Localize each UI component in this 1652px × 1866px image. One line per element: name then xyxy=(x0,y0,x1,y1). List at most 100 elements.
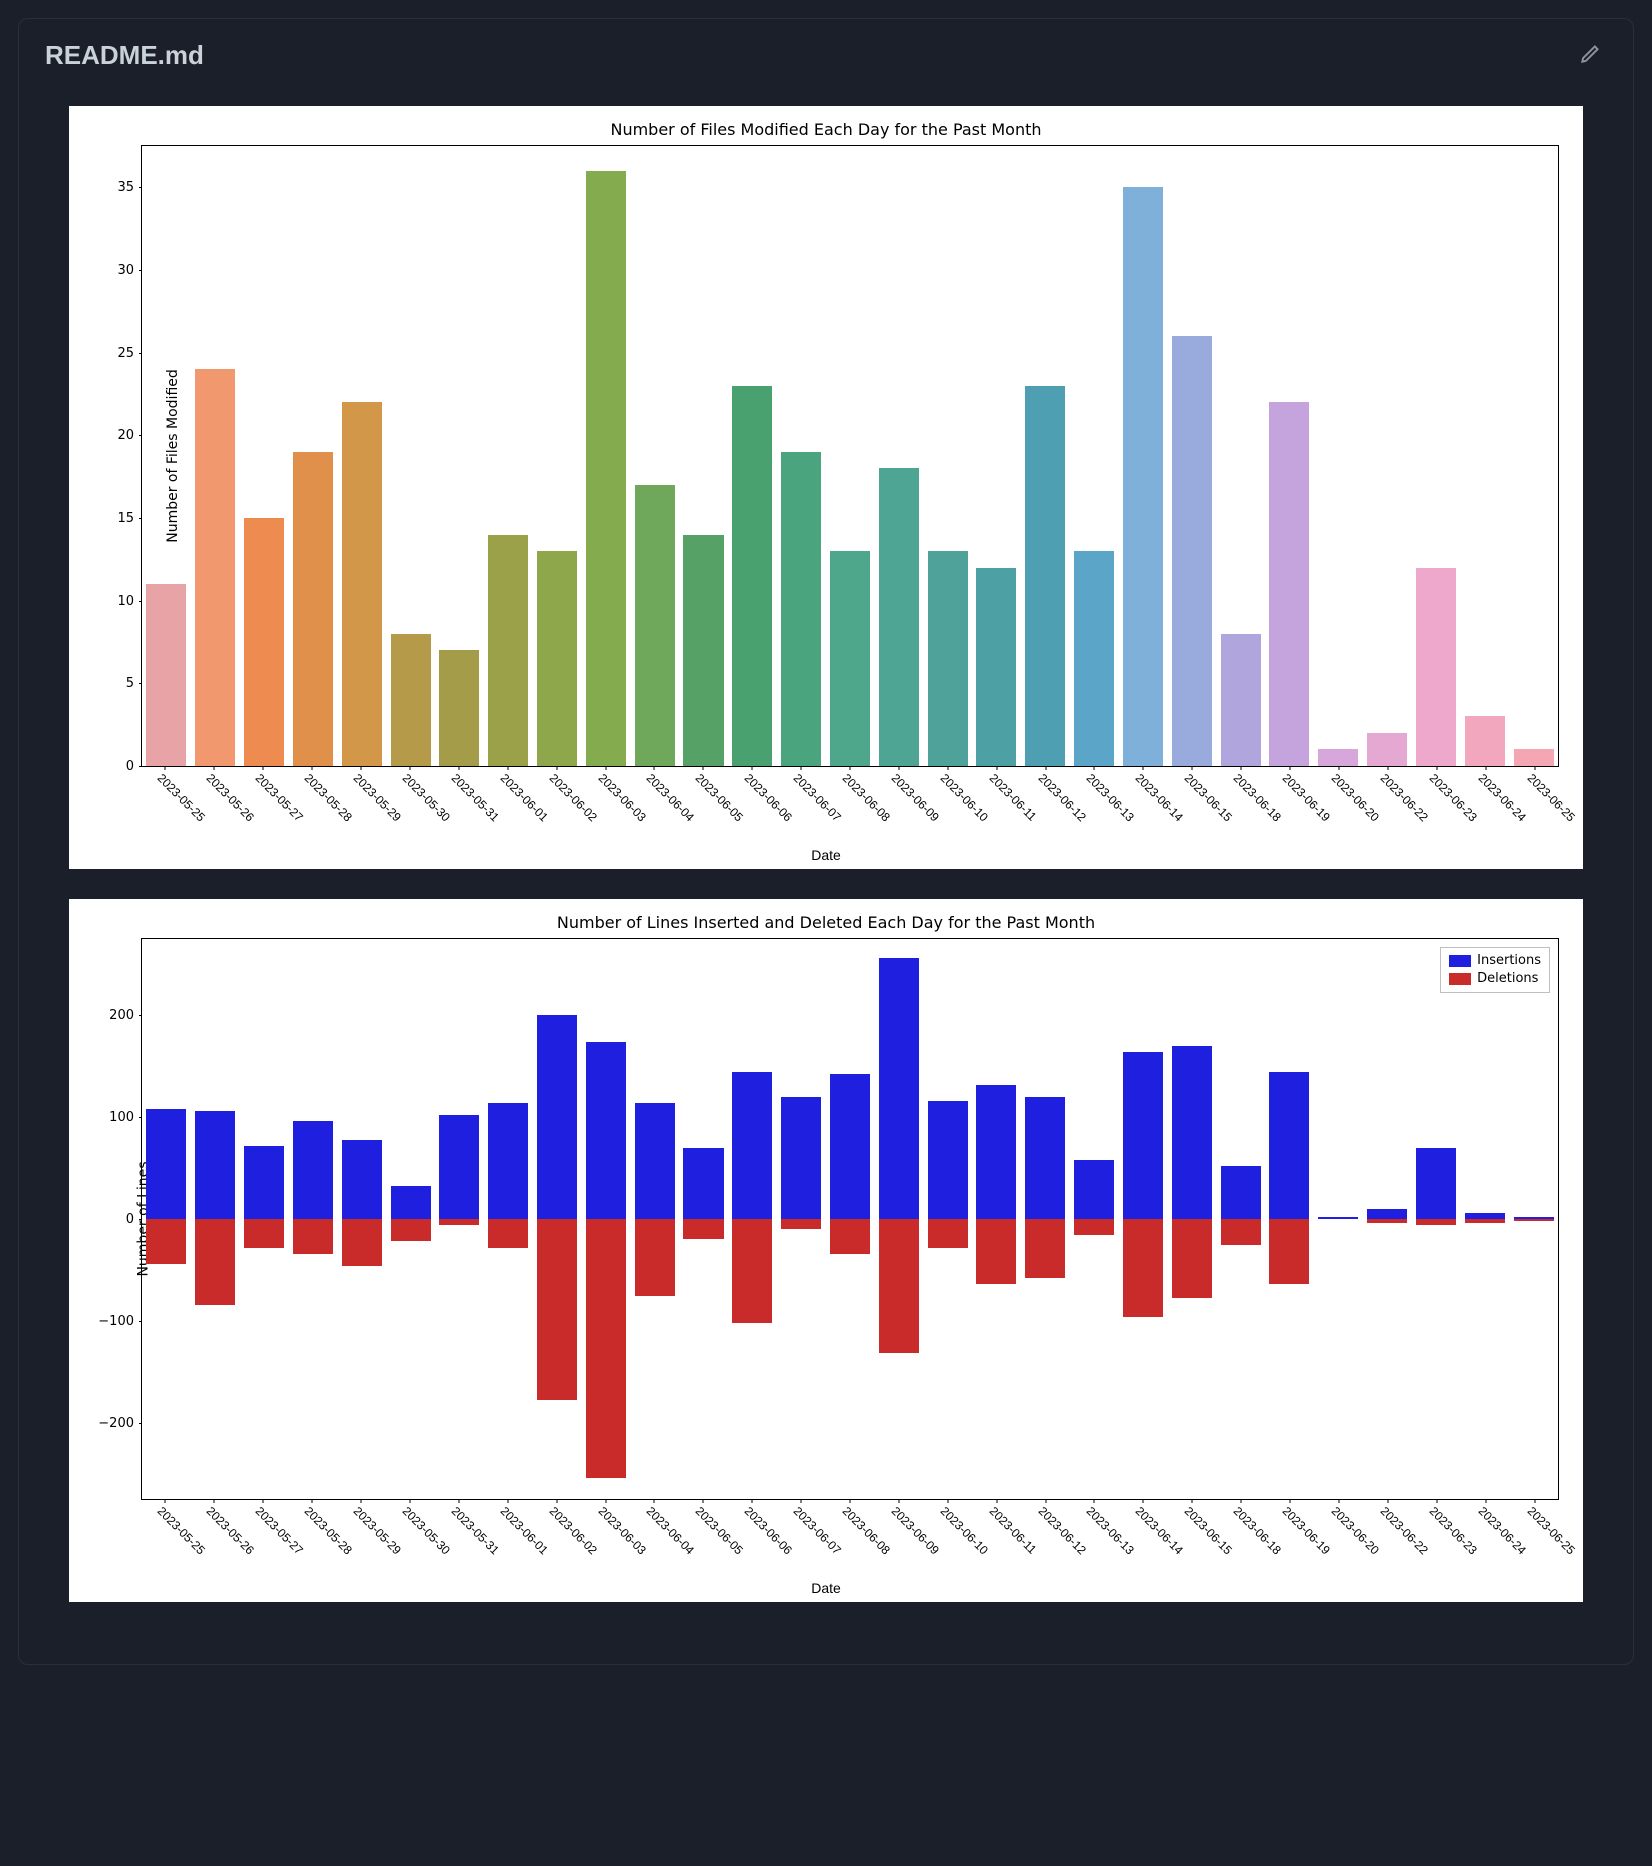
legend-label-deletions: Deletions xyxy=(1477,970,1538,988)
edit-button[interactable] xyxy=(1573,37,1607,74)
x-tick: 2023-05-30 xyxy=(409,767,410,770)
x-tick: 2023-06-11 xyxy=(996,1500,997,1503)
bar xyxy=(1172,336,1212,766)
bar-deletions xyxy=(488,1219,528,1248)
x-tick: 2023-05-25 xyxy=(165,1500,166,1503)
bar-insertions xyxy=(1318,1217,1358,1219)
x-tick: 2023-06-23 xyxy=(1436,1500,1437,1503)
x-tick: 2023-06-19 xyxy=(1290,767,1291,770)
x-tick: 2023-06-14 xyxy=(1143,1500,1144,1503)
bar-deletions xyxy=(1025,1219,1065,1278)
x-tick: 2023-06-06 xyxy=(752,1500,753,1503)
readme-panel: README.md Number of Files Modified Each … xyxy=(18,18,1634,1665)
chart-files-modified: Number of Files Modified Each Day for th… xyxy=(69,106,1583,869)
x-tick: 2023-06-15 xyxy=(1192,767,1193,770)
chart1-plot-area: Number of Files Modified 05101520253035 xyxy=(141,145,1559,767)
bar xyxy=(195,369,235,766)
chart2-bars xyxy=(142,939,1558,1499)
bar-deletions xyxy=(1221,1219,1261,1245)
bar-insertions xyxy=(1269,1072,1309,1219)
bar-deletions xyxy=(732,1219,772,1323)
bar-deletions xyxy=(439,1219,479,1225)
bar xyxy=(928,551,968,766)
x-tick: 2023-06-20 xyxy=(1338,1500,1339,1503)
bar xyxy=(683,535,723,766)
bar xyxy=(635,485,675,766)
x-tick: 2023-06-09 xyxy=(898,767,899,770)
x-tick: 2023-05-29 xyxy=(361,1500,362,1503)
bar-deletions xyxy=(391,1219,431,1241)
bar xyxy=(1514,749,1554,766)
x-tick: 2023-06-18 xyxy=(1241,767,1242,770)
x-tick: 2023-06-08 xyxy=(850,1500,851,1503)
bar xyxy=(146,584,186,766)
bar-deletions xyxy=(342,1219,382,1266)
x-tick: 2023-05-29 xyxy=(361,767,362,770)
bar xyxy=(879,468,919,766)
x-tick: 2023-06-07 xyxy=(801,1500,802,1503)
bar xyxy=(586,171,626,766)
legend-swatch-insertions xyxy=(1449,955,1471,967)
x-tick: 2023-06-25 xyxy=(1534,1500,1535,1503)
legend-deletions: Deletions xyxy=(1449,970,1541,988)
bar-insertions xyxy=(342,1140,382,1219)
bar-insertions xyxy=(1123,1052,1163,1219)
bar-deletions xyxy=(1514,1219,1554,1221)
bar xyxy=(830,551,870,766)
legend-label-insertions: Insertions xyxy=(1477,952,1541,970)
x-tick: 2023-06-09 xyxy=(898,1500,899,1503)
bar-deletions xyxy=(1416,1219,1456,1225)
bar xyxy=(1123,187,1163,766)
x-tick: 2023-06-22 xyxy=(1387,767,1388,770)
x-tick: 2023-05-30 xyxy=(409,1500,410,1503)
x-tick: 2023-05-26 xyxy=(214,767,215,770)
bar-insertions xyxy=(928,1101,968,1219)
x-tick: 2023-06-12 xyxy=(1045,1500,1046,1503)
x-tick: 2023-06-12 xyxy=(1045,767,1046,770)
bar-deletions xyxy=(1123,1219,1163,1317)
x-tick: 2023-06-01 xyxy=(507,1500,508,1503)
x-tick: 2023-05-27 xyxy=(263,767,264,770)
x-tick: 2023-05-31 xyxy=(458,767,459,770)
x-tick: 2023-06-05 xyxy=(703,767,704,770)
charts-container: Number of Files Modified Each Day for th… xyxy=(19,82,1633,1664)
bar xyxy=(1367,733,1407,766)
x-tick: 2023-06-14 xyxy=(1143,767,1144,770)
bar-deletions xyxy=(976,1219,1016,1284)
x-tick: 2023-06-04 xyxy=(654,767,655,770)
bar-deletions xyxy=(586,1219,626,1478)
bar xyxy=(293,452,333,766)
bar-insertions xyxy=(586,1042,626,1219)
x-tick: 2023-06-22 xyxy=(1387,1500,1388,1503)
chart2-x-ticks: 2023-05-252023-05-262023-05-272023-05-28… xyxy=(141,1500,1559,1578)
bar-insertions xyxy=(830,1074,870,1219)
x-tick: 2023-06-19 xyxy=(1290,1500,1291,1503)
bar-deletions xyxy=(537,1219,577,1400)
bar xyxy=(244,518,284,766)
bar-insertions xyxy=(683,1148,723,1219)
bar xyxy=(488,535,528,766)
bar-deletions xyxy=(781,1219,821,1229)
bar-insertions xyxy=(1025,1097,1065,1219)
bar-insertions xyxy=(1367,1209,1407,1219)
x-tick: 2023-06-24 xyxy=(1485,767,1486,770)
x-tick: 2023-06-03 xyxy=(605,767,606,770)
bar-deletions xyxy=(1367,1219,1407,1223)
chart1-x-label: Date xyxy=(77,847,1575,863)
bar-insertions xyxy=(1416,1148,1456,1219)
bar xyxy=(342,402,382,766)
chart1-title: Number of Files Modified Each Day for th… xyxy=(77,120,1575,139)
bar-deletions xyxy=(635,1219,675,1296)
bar-insertions xyxy=(244,1146,284,1219)
x-tick: 2023-06-11 xyxy=(996,767,997,770)
legend-insertions: Insertions xyxy=(1449,952,1541,970)
x-tick: 2023-05-26 xyxy=(214,1500,215,1503)
bar xyxy=(732,386,772,766)
x-tick: 2023-06-01 xyxy=(507,767,508,770)
x-tick: 2023-06-18 xyxy=(1241,1500,1242,1503)
bar-deletions xyxy=(244,1219,284,1248)
x-tick: 2023-06-10 xyxy=(947,1500,948,1503)
x-tick: 2023-06-06 xyxy=(752,767,753,770)
chart2-title: Number of Lines Inserted and Deleted Eac… xyxy=(77,913,1575,932)
bar-insertions xyxy=(293,1121,333,1219)
